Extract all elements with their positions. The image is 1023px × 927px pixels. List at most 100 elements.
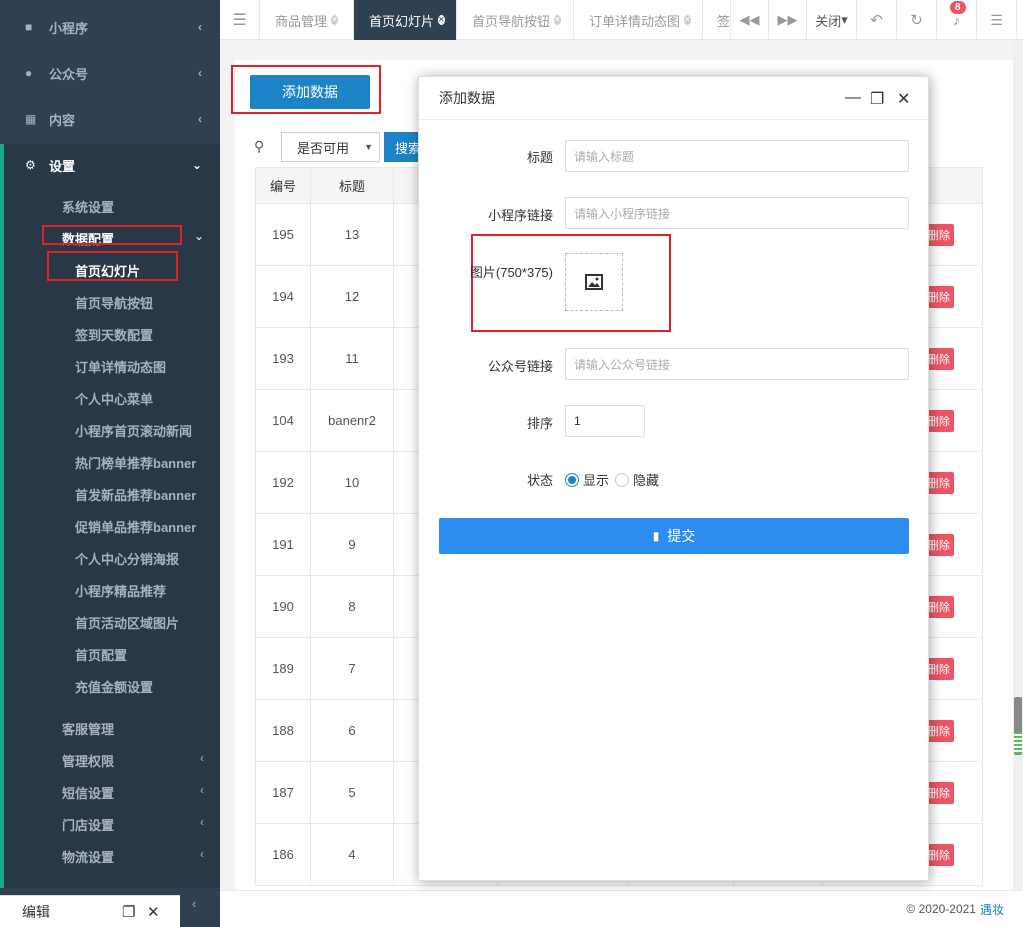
chevron-left-icon[interactable]: ‹ — [192, 896, 196, 911]
chevron-left-icon: ‹ — [198, 20, 202, 34]
footer: © 2020-2021 遇妆 — [220, 890, 1023, 927]
sidebar-item-new-banner[interactable]: 首发新品推荐banner — [75, 485, 196, 504]
settings-panel-icon[interactable]: ☰ — [977, 0, 1017, 40]
cell-title: 13 — [310, 203, 394, 266]
menu-wechat[interactable]: ● 公众号 ‹ — [0, 50, 220, 96]
menu-label: 内容 — [49, 112, 76, 128]
sidebar-item-logistics[interactable]: 物流设置 — [62, 847, 114, 866]
tab-label: 订单详情动态图 — [589, 13, 681, 29]
radio-label: 显示 — [583, 473, 610, 488]
menu-content[interactable]: ▦ 内容 ‹ — [0, 96, 220, 142]
sidebar: ■ 小程序 ‹ ● 公众号 ‹ ▦ 内容 ‹ ⚙ 设置 ⌄ 系统设置 数据配置 … — [0, 0, 220, 927]
sort-input[interactable]: 1 — [565, 405, 645, 437]
status-hide-radio[interactable]: 隐藏 — [615, 470, 659, 489]
sidebar-item-home-config[interactable]: 首页配置 — [75, 645, 127, 664]
title-label: 标题 — [526, 150, 553, 165]
close-icon[interactable]: ✕ — [147, 903, 160, 921]
highlight-box — [47, 251, 178, 281]
cell-title: 5 — [310, 761, 394, 824]
sidebar-item-recharge[interactable]: 充值金额设置 — [75, 677, 153, 696]
minimize-icon[interactable]: — — [845, 89, 861, 107]
chevron-left-icon: ‹ — [200, 783, 204, 797]
maximize-icon[interactable]: ❐ — [870, 89, 884, 109]
bottom-edit-bar: 编辑 ❐ ✕ — [0, 895, 180, 927]
close-icon[interactable]: ✕ — [897, 89, 910, 109]
footer-link[interactable]: 遇妆 — [980, 901, 1004, 918]
close-icon[interactable]: ✕ — [331, 15, 338, 25]
sidebar-item-poster[interactable]: 个人中心分销海报 — [75, 549, 179, 568]
scroll-left-icon[interactable]: ◀◀ — [731, 0, 769, 40]
mini-link-input[interactable]: 请输入小程序链接 — [565, 197, 909, 229]
scroll-grip — [1014, 732, 1022, 754]
status-show-radio[interactable]: 显示 — [565, 470, 609, 489]
mp-link-input[interactable]: 请输入公众号链接 — [565, 348, 909, 380]
tab-home-slides[interactable]: 首页幻灯片 ✕ — [354, 0, 457, 40]
image-label: 图片(750*375) — [469, 265, 553, 280]
sidebar-item-checkin[interactable]: 签到天数配置 — [75, 325, 153, 344]
status-label: 状态 — [526, 473, 553, 488]
bell-icon[interactable]: ♪ 8 — [937, 0, 977, 40]
availability-select[interactable]: 是否可用 ▼ — [281, 132, 380, 162]
cell-id: 195 — [255, 203, 311, 266]
sidebar-item-customer-service[interactable]: 客服管理 — [62, 719, 114, 738]
sidebar-item-recommend[interactable]: 小程序精品推荐 — [75, 581, 166, 600]
sidebar-item-order-anim[interactable]: 订单详情动态图 — [75, 357, 166, 376]
cell-title: 9 — [310, 513, 394, 576]
sort-label: 排序 — [526, 416, 553, 431]
image-upload[interactable] — [565, 253, 623, 311]
tab-label: 商品管理 — [275, 13, 328, 29]
sidebar-item-sms[interactable]: 短信设置 — [62, 783, 114, 802]
column-header: 标题 — [310, 167, 394, 204]
tab-home-nav[interactable]: 首页导航按钮 ✕ — [457, 0, 574, 40]
menu-toggle-icon[interactable]: ☰ — [220, 0, 260, 40]
sidebar-item-activity-image[interactable]: 首页活动区域图片 — [75, 613, 179, 632]
menu-settings[interactable]: ⚙ 设置 ⌄ — [0, 142, 220, 188]
cell-title: banenr2 — [310, 389, 394, 452]
cell-id: 190 — [255, 575, 311, 638]
notification-badge: 8 — [950, 1, 966, 14]
tab-label: 签 — [717, 13, 731, 29]
sidebar-item-stores[interactable]: 门店设置 — [62, 815, 114, 834]
cell-id: 193 — [255, 327, 311, 390]
close-tabs-dropdown[interactable]: 关闭 ▾ — [807, 0, 857, 40]
cell-id: 191 — [255, 513, 311, 576]
sidebar-item-user-menu[interactable]: 个人中心菜单 — [75, 389, 153, 408]
cubes-icon: ■ — [25, 20, 33, 34]
tab-label: 首页幻灯片 — [369, 13, 435, 29]
cell-title: 4 — [310, 823, 394, 886]
restore-icon[interactable]: ❐ — [122, 903, 135, 921]
cell-id: 187 — [255, 761, 311, 824]
menu-mini-program[interactable]: ■ 小程序 ‹ — [0, 4, 220, 50]
menu-label: 小程序 — [49, 20, 89, 36]
gear-icon: ⚙ — [25, 158, 36, 172]
chevron-left-icon: ‹ — [200, 815, 204, 829]
radio-unchecked-icon — [615, 472, 629, 487]
close-icon[interactable]: ✕ — [554, 15, 561, 25]
radio-checked-icon — [565, 472, 579, 487]
sidebar-item-home-nav[interactable]: 首页导航按钮 — [75, 293, 153, 312]
cell-id: 194 — [255, 265, 311, 328]
chevron-left-icon: ‹ — [198, 66, 202, 80]
sidebar-item-hot-banner[interactable]: 热门榜单推荐banner — [75, 453, 196, 472]
mp-link-label: 公众号链接 — [487, 359, 553, 374]
tab-goods[interactable]: 商品管理 ✕ — [260, 0, 354, 40]
chevron-left-icon: ‹ — [198, 112, 202, 126]
title-input[interactable]: 请输入标题 — [565, 140, 909, 172]
scroll-right-icon[interactable]: ▶▶ — [769, 0, 807, 40]
refresh-icon[interactable]: ↻ — [897, 0, 937, 40]
menu-label: 设置 — [49, 158, 76, 174]
tab-order-anim[interactable]: 订单详情动态图 ✕ — [574, 0, 703, 40]
cell-title: 10 — [310, 451, 394, 514]
close-icon[interactable]: ✕ — [684, 15, 691, 25]
tab-sign[interactable]: 签 — [703, 0, 731, 40]
sidebar-item-promo-banner[interactable]: 促销单品推荐banner — [75, 517, 196, 536]
page-scrollbar[interactable] — [1013, 40, 1023, 890]
back-icon[interactable]: ↶ — [857, 0, 897, 40]
sidebar-item-permissions[interactable]: 管理权限 — [62, 751, 114, 770]
sidebar-item-news[interactable]: 小程序首页滚动新闻 — [75, 421, 192, 440]
add-data-button[interactable]: 添加数据 — [250, 75, 370, 109]
close-icon[interactable]: ✕ — [438, 15, 445, 25]
submit-button[interactable]: ▮ 提交 — [439, 518, 909, 554]
sidebar-item-system-settings[interactable]: 系统设置 — [62, 197, 114, 216]
edit-label: 编辑 — [22, 903, 50, 920]
